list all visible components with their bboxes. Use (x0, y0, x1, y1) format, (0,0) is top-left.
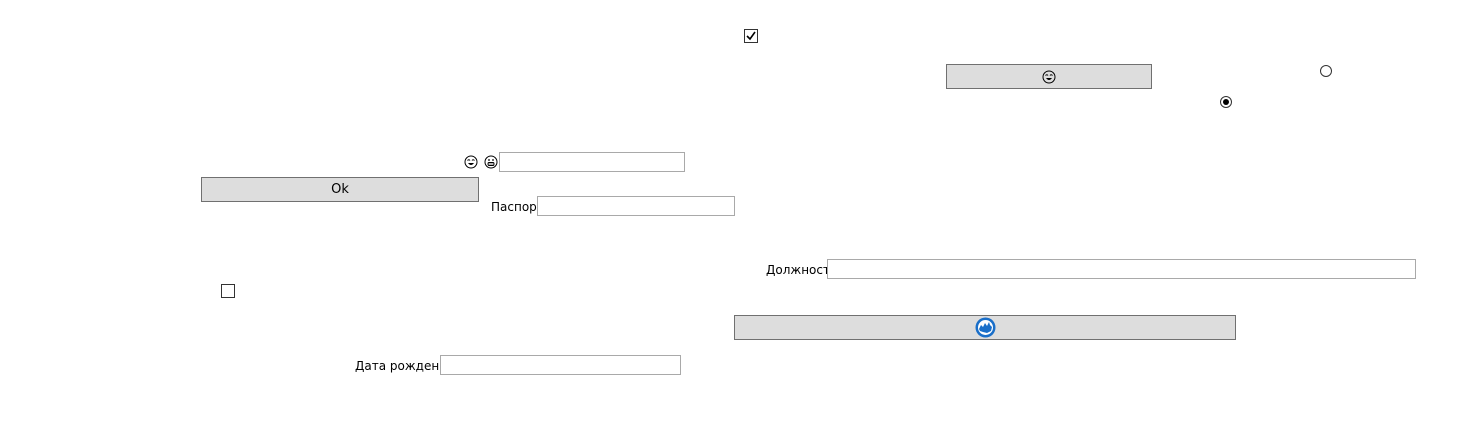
birth-date-field[interactable] (440, 355, 681, 375)
grinning-face-icon (484, 155, 498, 169)
top-checkbox[interactable] (744, 29, 758, 43)
checkmark-icon (746, 31, 756, 41)
laughing-face-icon (464, 155, 478, 169)
laughing-face-icon (1042, 70, 1056, 83)
radio-selected-dot (1223, 99, 1229, 105)
globe-button[interactable] (734, 315, 1236, 340)
ok-button[interactable]: Ok (201, 177, 479, 202)
radio-option-1[interactable] (1320, 65, 1332, 77)
passport-label: Паспорт (491, 200, 544, 214)
left-checkbox[interactable] (221, 284, 235, 298)
radio-option-2[interactable] (1220, 96, 1232, 108)
passport-field[interactable] (537, 196, 735, 216)
globe-icon (975, 317, 995, 338)
ok-button-label: Ok (331, 182, 349, 197)
position-field[interactable] (827, 259, 1416, 279)
top-text-input[interactable] (499, 152, 685, 172)
emoji-button[interactable] (946, 64, 1152, 89)
